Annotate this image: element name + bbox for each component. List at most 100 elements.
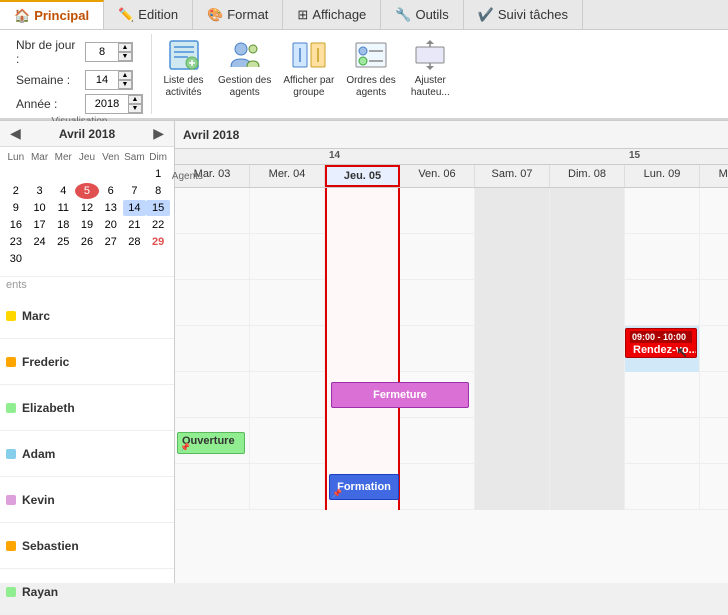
annee-down[interactable]: ▼ [128,104,142,113]
cell-marc-0[interactable] [175,188,250,234]
cal-day-6[interactable]: 6 [99,183,123,199]
cell-sebastien-7[interactable] [700,418,728,464]
cal-day-24[interactable]: 24 [28,234,52,250]
tab-principal[interactable]: 🏠 Principal [0,0,104,29]
semaine-up[interactable]: ▲ [118,71,132,80]
nbr-jour-down[interactable]: ▼ [118,52,132,61]
cal-day-4[interactable]: 4 [51,183,75,199]
cell-kevin-6[interactable] [625,372,700,418]
cell-frederic-3[interactable] [400,234,475,280]
cell-adam-2[interactable] [325,326,400,372]
tab-suivi[interactable]: ✔️ Suivi tâches [464,0,583,29]
cell-adam-7[interactable] [700,326,728,372]
cal-day[interactable] [51,166,75,182]
cell-rayan-0[interactable] [175,464,250,510]
cell-kevin-5[interactable] [550,372,625,418]
tab-edition[interactable]: ✏️ Edition [104,0,193,29]
cell-marc-6[interactable] [625,188,700,234]
cell-sebastien-1[interactable] [250,418,325,464]
cal-day[interactable] [146,251,170,267]
cal-day-22[interactable]: 22 [146,217,170,233]
cal-day-11[interactable]: 11 [51,200,75,216]
cal-day-3[interactable]: 3 [28,183,52,199]
cell-sebastien-0[interactable]: Ouverture 📌 [175,418,250,464]
cal-day-2[interactable]: 2 [4,183,28,199]
tab-outils[interactable]: 🔧 Outils [381,0,463,29]
cell-sebastien-5[interactable] [550,418,625,464]
cell-marc-5[interactable] [550,188,625,234]
cell-elizabeth-2[interactable] [325,280,400,326]
nbr-jour-up[interactable]: ▲ [118,43,132,52]
event-rdv[interactable]: 09:00 - 10:00 Rendez-vo... ↖ [625,328,697,358]
liste-activites-button[interactable]: Liste desactivités [156,34,211,102]
cal-day-13[interactable]: 13 [99,200,123,216]
cell-frederic-2[interactable] [325,234,400,280]
semaine-spinner[interactable]: ▲ ▼ [85,70,133,90]
cell-rayan-1[interactable] [250,464,325,510]
nbr-jour-spinner[interactable]: ▲ ▼ [85,42,133,62]
ajuster-hauteur-button[interactable]: Ajusterhauteu... [403,34,458,102]
cell-rayan-3[interactable] [400,464,475,510]
nbr-jour-input[interactable] [86,43,118,61]
cell-frederic-0[interactable] [175,234,250,280]
cal-day[interactable] [75,166,99,182]
cal-day[interactable] [123,251,147,267]
cal-day[interactable] [4,166,28,182]
cal-day-1[interactable]: 1 [146,166,170,182]
cell-frederic-4[interactable] [475,234,550,280]
cal-day[interactable] [123,166,147,182]
cal-day[interactable] [99,166,123,182]
cell-sebastien-4[interactable] [475,418,550,464]
annee-spinner[interactable]: ▲ ▼ [85,94,143,114]
cell-marc-1[interactable] [250,188,325,234]
cal-day-29[interactable]: 29 [146,234,170,250]
next-month-button[interactable]: ▶ [149,125,168,142]
cell-rayan-2[interactable]: Formation 📌 [325,464,400,510]
cell-marc-3[interactable] [400,188,475,234]
cell-adam-0[interactable] [175,326,250,372]
cell-sebastien-3[interactable] [400,418,475,464]
cell-marc-4[interactable] [475,188,550,234]
cell-elizabeth-0[interactable] [175,280,250,326]
cal-day-20[interactable]: 20 [99,217,123,233]
cal-day-21[interactable]: 21 [123,217,147,233]
cell-adam-1[interactable] [250,326,325,372]
cal-day[interactable] [75,251,99,267]
cell-elizabeth-4[interactable] [475,280,550,326]
cal-day-9[interactable]: 9 [4,200,28,216]
cal-day-25[interactable]: 25 [51,234,75,250]
cell-elizabeth-3[interactable] [400,280,475,326]
cal-day-26[interactable]: 26 [75,234,99,250]
cell-sebastien-2[interactable] [325,418,400,464]
cell-adam-5[interactable] [550,326,625,372]
cell-kevin-7[interactable] [700,372,728,418]
cell-frederic-5[interactable] [550,234,625,280]
cell-frederic-6[interactable] [625,234,700,280]
ordres-agents-button[interactable]: Ordres desagents [341,34,400,102]
cell-marc-2[interactable] [325,188,400,234]
cell-rayan-4[interactable] [475,464,550,510]
cell-adam-3[interactable] [400,326,475,372]
cal-day-14[interactable]: 14 [123,200,147,216]
cal-day-7[interactable]: 7 [123,183,147,199]
annee-input[interactable] [86,95,128,113]
cal-day-30[interactable]: 30 [4,251,28,267]
semaine-down[interactable]: ▼ [118,80,132,89]
cell-frederic-1[interactable] [250,234,325,280]
tab-format[interactable]: 🎨 Format [193,0,283,29]
prev-month-button[interactable]: ◀ [6,125,25,142]
annee-up[interactable]: ▲ [128,95,142,104]
event-formation[interactable]: Formation 📌 [329,474,399,500]
cell-elizabeth-1[interactable] [250,280,325,326]
gestion-agents-button[interactable]: Gestion desagents [213,34,276,102]
event-fermeture[interactable]: Fermeture [331,382,469,408]
afficher-groupe-button[interactable]: Afficher pargroupe [278,34,339,102]
cal-day[interactable] [99,251,123,267]
cell-marc-7[interactable] [700,188,728,234]
cal-day-28[interactable]: 28 [123,234,147,250]
event-ouverture[interactable]: Ouverture 📌 [177,432,245,454]
cal-day[interactable] [51,251,75,267]
cal-day[interactable] [28,166,52,182]
cell-kevin-0[interactable] [175,372,250,418]
cal-day-19[interactable]: 19 [75,217,99,233]
